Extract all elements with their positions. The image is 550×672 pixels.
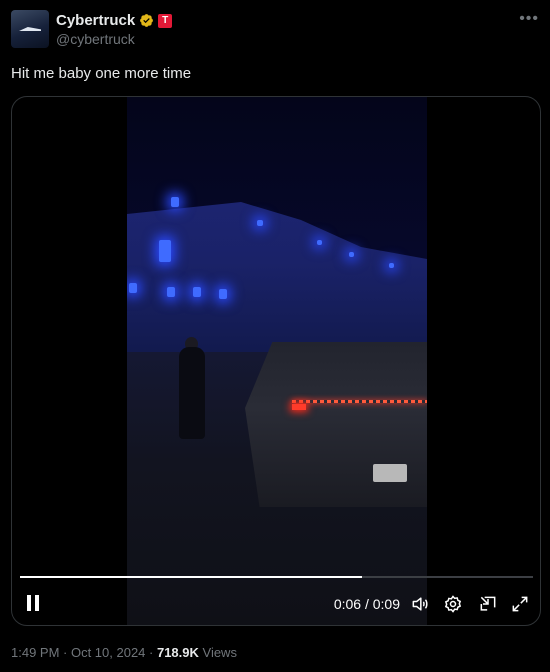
blue-light xyxy=(349,252,354,257)
progress-handle[interactable] xyxy=(357,572,367,582)
taillight xyxy=(292,404,306,410)
views-count: 718.9K xyxy=(156,645,199,660)
blue-light xyxy=(167,287,175,297)
blue-light xyxy=(219,289,227,299)
blue-light xyxy=(257,220,263,226)
taillight-bar xyxy=(292,400,427,403)
tweet-meta: 1:49 PM · Oct 10, 2024 · 718.9K Views xyxy=(11,645,237,660)
building xyxy=(127,202,427,352)
license-plate xyxy=(373,464,407,482)
blue-light xyxy=(317,240,322,245)
pause-icon[interactable] xyxy=(26,595,40,611)
tweet-header: Cybertruck T @cybertruck ••• xyxy=(11,10,541,50)
more-icon[interactable]: ••• xyxy=(519,10,539,28)
video-player[interactable]: 0:06 / 0:09 xyxy=(11,96,541,626)
progress-bar[interactable] xyxy=(20,576,533,578)
person xyxy=(179,347,205,439)
video-frame[interactable] xyxy=(127,97,427,625)
author-handle[interactable]: @cybertruck xyxy=(56,31,135,47)
timestamp[interactable]: 1:49 PM · Oct 10, 2024 · xyxy=(11,645,157,660)
progress-fill xyxy=(20,576,363,578)
author-name[interactable]: Cybertruck xyxy=(56,12,135,29)
tweet-text: Hit me baby one more time xyxy=(11,65,192,82)
settings-icon[interactable] xyxy=(443,594,463,614)
avatar[interactable] xyxy=(11,10,49,48)
time-display: 0:06 / 0:09 xyxy=(333,596,400,612)
blue-light xyxy=(193,287,201,297)
views-label: Views xyxy=(198,645,237,660)
blue-light xyxy=(159,240,171,262)
author-name-row: Cybertruck T xyxy=(56,12,173,29)
blue-light xyxy=(389,263,394,268)
truck-body xyxy=(245,342,427,507)
gold-checkmark-icon xyxy=(140,14,154,27)
fullscreen-icon[interactable] xyxy=(510,594,530,614)
brand-badge: T xyxy=(158,13,173,28)
video-controls: 0:06 / 0:09 xyxy=(12,587,540,623)
blue-light xyxy=(171,197,179,207)
volume-icon[interactable] xyxy=(410,594,430,614)
blue-light xyxy=(129,283,137,293)
picture-in-picture-icon[interactable] xyxy=(478,594,498,614)
